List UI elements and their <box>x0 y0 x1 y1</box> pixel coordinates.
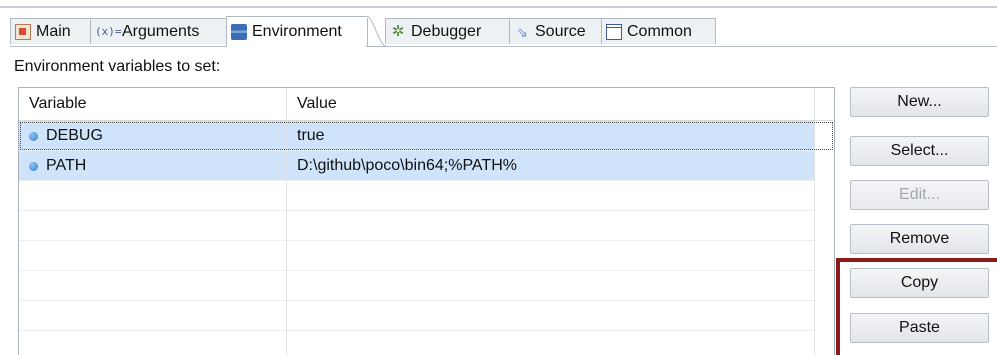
select-button[interactable]: Select... <box>850 136 989 166</box>
variable-cell: PATH <box>19 151 287 181</box>
source-icon: ⇘ <box>516 23 528 40</box>
empty-cell <box>19 241 287 271</box>
row-filler <box>815 301 834 331</box>
value-cell: D:\github\poco\bin64;%PATH% <box>287 151 815 181</box>
empty-cell <box>287 211 815 241</box>
empty-cell <box>19 271 287 301</box>
empty-row <box>19 301 834 331</box>
new-button[interactable]: New... <box>850 87 989 117</box>
column-header-filler <box>815 88 834 120</box>
tab-arguments[interactable]: (x)= Arguments <box>90 18 227 44</box>
empty-cell <box>19 211 287 241</box>
tab-debugger[interactable]: ✲ Debugger <box>385 18 510 44</box>
environment-icon <box>231 24 247 40</box>
tab-debugger-label: Debugger <box>411 22 482 40</box>
empty-cell <box>19 301 287 331</box>
variable-name: PATH <box>46 157 87 174</box>
empty-cell <box>287 241 815 271</box>
row-filler <box>815 151 834 181</box>
arguments-icon: (x)= <box>95 24 122 38</box>
main-tab-icon <box>15 23 31 40</box>
row-filler <box>815 121 834 151</box>
edit-button[interactable]: Edit... <box>850 180 989 210</box>
tab-environment[interactable]: Environment <box>226 16 368 47</box>
section-label: Environment variables to set: <box>14 58 221 75</box>
row-filler <box>815 181 834 211</box>
empty-row <box>19 241 834 271</box>
tab-environment-label: Environment <box>252 23 342 40</box>
variable-cell: DEBUG <box>19 121 287 151</box>
column-header-value[interactable]: Value <box>287 88 815 120</box>
empty-cell <box>287 301 815 331</box>
row-filler <box>815 331 834 355</box>
row-filler <box>815 241 834 271</box>
column-header-variable[interactable]: Variable <box>19 88 287 120</box>
empty-row <box>19 331 834 355</box>
tab-source-label: Source <box>535 22 586 40</box>
tab-source[interactable]: ⇘ Source <box>509 18 602 44</box>
tab-main-label: Main <box>36 22 71 40</box>
table-header: Variable Value <box>19 88 834 121</box>
value-cell: true <box>287 121 815 151</box>
top-separator <box>0 6 997 8</box>
environment-variables-table[interactable]: Variable Value DEBUG true PATH D:\github… <box>18 87 835 355</box>
launch-config-tabs: Main (x)= Arguments Environment ✲ Debugg… <box>10 16 997 47</box>
variable-name: DEBUG <box>46 127 103 144</box>
empty-cell <box>287 331 815 355</box>
tab-common[interactable]: Common <box>601 18 716 44</box>
empty-row <box>19 211 834 241</box>
remove-button[interactable]: Remove <box>850 224 989 254</box>
tab-main[interactable]: Main <box>10 18 91 44</box>
common-icon <box>606 23 622 40</box>
active-tab-curve <box>366 16 388 47</box>
row-filler <box>815 271 834 301</box>
empty-row <box>19 181 834 211</box>
tab-common-label: Common <box>627 22 692 40</box>
variable-icon <box>29 131 38 141</box>
table-row[interactable]: PATH D:\github\poco\bin64;%PATH% <box>19 151 834 181</box>
empty-cell <box>19 181 287 211</box>
empty-row <box>19 271 834 301</box>
debugger-icon: ✲ <box>391 22 405 40</box>
variable-icon <box>29 161 38 171</box>
empty-cell <box>19 331 287 355</box>
table-body: DEBUG true PATH D:\github\poco\bin64;%PA… <box>19 121 834 355</box>
row-filler <box>815 211 834 241</box>
table-row[interactable]: DEBUG true <box>19 121 834 151</box>
empty-cell <box>287 181 815 211</box>
copy-paste-highlight-box <box>836 258 997 355</box>
empty-cell <box>287 271 815 301</box>
tab-arguments-label: Arguments <box>122 22 200 40</box>
environment-tab-panel: Main (x)= Arguments Environment ✲ Debugg… <box>0 0 997 355</box>
